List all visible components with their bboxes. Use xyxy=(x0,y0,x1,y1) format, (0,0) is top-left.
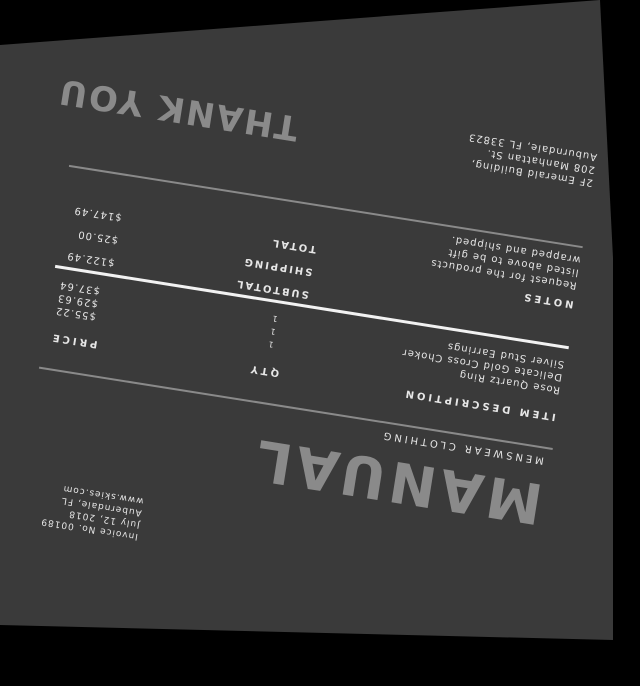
invoice-info: Invoice No. 00189 July 12, 2018 Aubernda… xyxy=(40,479,145,542)
subtotal-value: $122.49 xyxy=(65,249,116,269)
item-qty: 1 xyxy=(268,326,277,337)
header-price: PRICE xyxy=(49,331,99,350)
invoice-card: MANUAL MENSWEAR CLOTHING Invoice No. 001… xyxy=(0,0,613,640)
notes-text: Request for the products listed above to… xyxy=(429,230,582,292)
item-qty: 1 xyxy=(266,339,275,349)
item-prices: $55.22 $29.63 $37.64 xyxy=(54,278,101,323)
item-qty: 1 xyxy=(270,313,279,324)
thank-you-heading: THANK YOU xyxy=(55,70,301,148)
total-label: TOTAL xyxy=(270,236,317,255)
item-qtys: 1 1 1 xyxy=(267,311,279,350)
shipping-value: $25.00 xyxy=(76,228,119,246)
notes-title: NOTES xyxy=(520,290,575,310)
divider-bottom xyxy=(68,164,583,249)
shipping-label: SHIPPING xyxy=(242,255,314,278)
total-value: $147.49 xyxy=(73,204,123,223)
address-block: 2F Emerald Building, 208 Manhattan St. A… xyxy=(463,130,598,189)
header-qty: QTY xyxy=(247,362,281,379)
invoice-content: MANUAL MENSWEAR CLOTHING Invoice No. 001… xyxy=(0,0,613,640)
